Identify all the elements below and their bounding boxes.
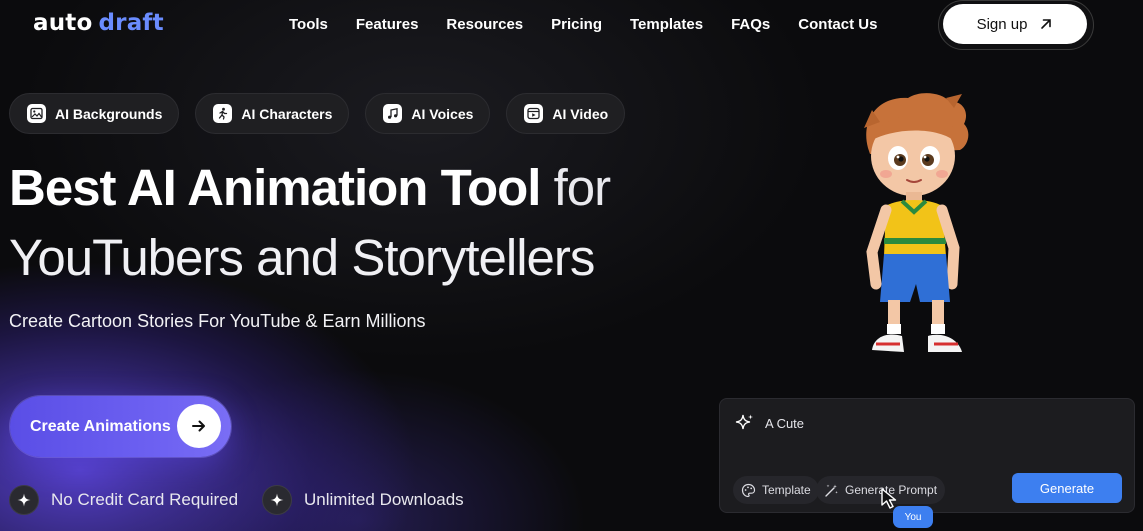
nav-resources[interactable]: Resources [446, 16, 523, 33]
magic-wand-icon [825, 484, 838, 497]
prompt-text: A Cute [765, 415, 805, 431]
logo-text-auto: auto [33, 10, 93, 36]
sparkle-icon [262, 485, 292, 515]
arrow-right-icon [192, 420, 205, 432]
generate-button[interactable]: Generate [1012, 473, 1122, 503]
hero-subtitle: Create Cartoon Stories For YouTube & Ear… [9, 311, 426, 331]
nav-tools[interactable]: Tools [289, 16, 328, 33]
nav-templates[interactable]: Templates [630, 16, 703, 33]
image-icon [27, 104, 46, 123]
cursor-user-tag: You [893, 506, 933, 528]
feature-label: Unlimited Downloads [304, 490, 464, 509]
template-button[interactable]: Template [733, 476, 819, 504]
autodraft-logo[interactable]: auto draft [33, 10, 164, 36]
chip-label: AI Characters [241, 105, 333, 122]
logo-text-draft: draft [98, 10, 164, 36]
nav-contact-us[interactable]: Contact Us [798, 16, 877, 33]
signup-label: Sign up [976, 15, 1028, 33]
create-animations-button[interactable]: Create Animations [10, 396, 231, 457]
sparkle-icon [9, 485, 39, 515]
running-figure-icon [213, 104, 233, 123]
hero-title-line1: Best AI Animation Tool for [9, 158, 612, 218]
nav-faqs[interactable]: FAQs [731, 16, 770, 33]
music-note-icon [383, 104, 403, 123]
cta-arrow-circle [177, 404, 221, 448]
chip-ai-video[interactable]: AI Video [506, 93, 626, 134]
sparkles-icon [735, 414, 753, 430]
arrow-up-right-icon [1041, 19, 1052, 29]
chip-label: AI Video [552, 105, 609, 122]
feature-unlimited-downloads: Unlimited Downloads [262, 485, 464, 515]
signup-button[interactable]: Sign up [943, 4, 1087, 44]
template-label: Template [762, 483, 811, 497]
chip-ai-voices[interactable]: AI Voices [365, 93, 491, 134]
cartoon-boy-illustration [864, 93, 969, 352]
feature-label: No Credit Card Required [51, 490, 239, 509]
cta-label: Create Animations [30, 417, 171, 435]
feature-no-credit-card: No Credit Card Required [9, 485, 238, 515]
feature-chips: AI Backgrounds AI Characters AI Voices A… [9, 93, 626, 134]
video-icon [524, 104, 544, 123]
chip-label: AI Backgrounds [55, 105, 163, 122]
nav-features[interactable]: Features [356, 16, 419, 33]
chip-ai-characters[interactable]: AI Characters [195, 93, 350, 134]
nav-pricing[interactable]: Pricing [551, 16, 602, 33]
hero-title-line2: YouTubers and Storytellers [9, 229, 595, 286]
prompt-input[interactable]: A Cute [735, 413, 804, 433]
chip-label: AI Voices [411, 105, 474, 122]
palette-icon [741, 483, 756, 497]
main-nav: Tools Features Resources Pricing Templat… [289, 16, 905, 33]
hero-title-bold: Best AI Animation Tool [9, 159, 541, 216]
chip-ai-backgrounds[interactable]: AI Backgrounds [9, 93, 180, 134]
hero-title-light: for [553, 159, 612, 216]
